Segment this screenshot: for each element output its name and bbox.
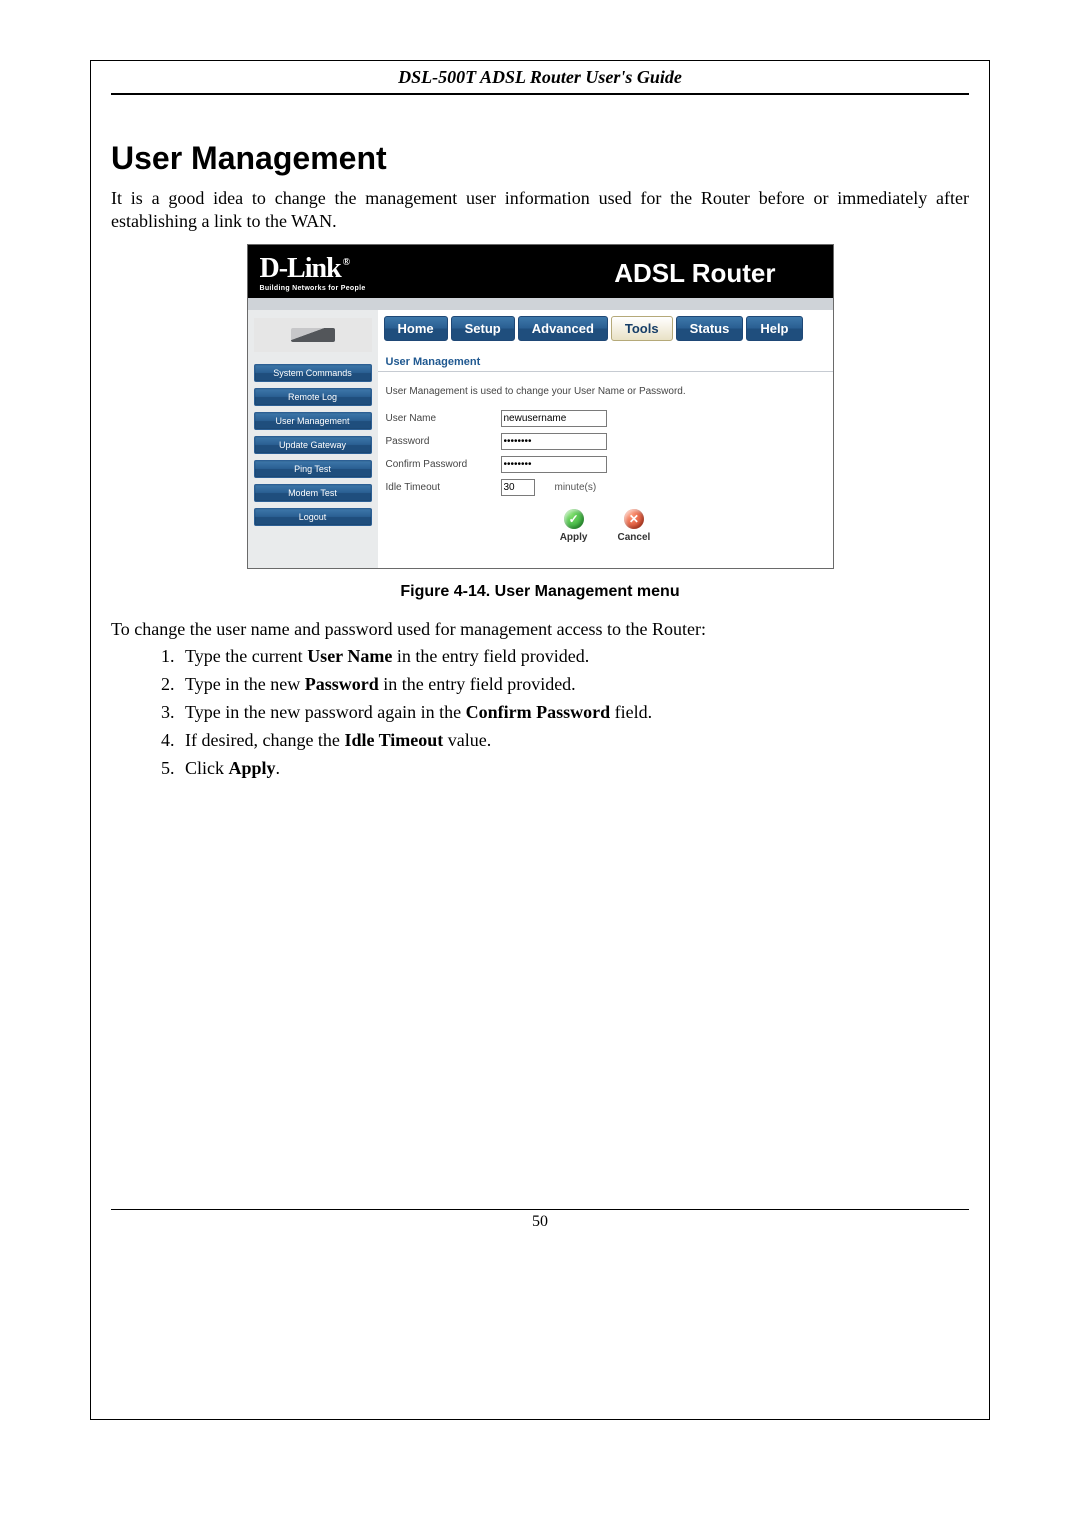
step-3: Type in the new password again in the Co… <box>179 702 969 723</box>
brand-block: D-Link® Building Networks for People <box>260 255 366 292</box>
close-icon: ✕ <box>624 509 644 529</box>
idle-timeout-units: minute(s) <box>555 482 597 493</box>
router-main: Home Setup Advanced Tools Status Help Us… <box>378 310 833 568</box>
tab-advanced[interactable]: Advanced <box>518 316 608 341</box>
idle-timeout-label: Idle Timeout <box>386 482 501 493</box>
panel-description: User Management is used to change your U… <box>378 372 833 407</box>
step-5: Click Apply. <box>179 758 969 779</box>
confirm-password-label: Confirm Password <box>386 459 501 470</box>
figure-caption: Figure 4-14. User Management menu <box>111 583 969 601</box>
sidebar-item-logout[interactable]: Logout <box>254 508 372 526</box>
router-header: D-Link® Building Networks for People ADS… <box>248 245 833 298</box>
confirm-password-input[interactable] <box>501 456 607 473</box>
tab-tools[interactable]: Tools <box>611 316 673 341</box>
sidebar-item-ping-test[interactable]: Ping Test <box>254 460 372 478</box>
check-icon: ✓ <box>564 509 584 529</box>
username-input[interactable] <box>501 410 607 427</box>
brand-tagline: Building Networks for People <box>260 285 366 292</box>
doc-header: DSL-500T ADSL Router User's Guide <box>111 61 969 95</box>
sidebar-item-user-management[interactable]: User Management <box>254 412 372 430</box>
tab-home[interactable]: Home <box>384 316 448 341</box>
tab-help[interactable]: Help <box>746 316 802 341</box>
product-title: ADSL Router <box>614 258 820 292</box>
router-sidebar: System Commands Remote Log User Manageme… <box>248 310 378 568</box>
tab-bar: Home Setup Advanced Tools Status Help <box>378 310 833 351</box>
router-screenshot: D-Link® Building Networks for People ADS… <box>247 244 834 569</box>
section-title: User Management <box>111 140 969 177</box>
username-label: User Name <box>386 413 501 424</box>
password-input[interactable] <box>501 433 607 450</box>
sidebar-item-system-commands[interactable]: System Commands <box>254 364 372 382</box>
sidebar-item-update-gateway[interactable]: Update Gateway <box>254 436 372 454</box>
brand-logo-text: D-Link <box>260 253 341 284</box>
brand-logo: D-Link® <box>260 255 348 283</box>
intro-paragraph: It is a good idea to change the manageme… <box>111 187 969 232</box>
apply-button[interactable]: ✓ Apply <box>560 509 588 543</box>
step-2: Type in the new Password in the entry fi… <box>179 674 969 695</box>
tab-status[interactable]: Status <box>676 316 744 341</box>
router-icon <box>291 328 335 342</box>
tab-setup[interactable]: Setup <box>451 316 515 341</box>
sidebar-item-modem-test[interactable]: Modem Test <box>254 484 372 502</box>
page-number: 50 <box>111 1209 969 1231</box>
product-image <box>254 318 372 352</box>
step-4: If desired, change the Idle Timeout valu… <box>179 730 969 751</box>
reg-icon: ® <box>343 257 349 268</box>
step-1: Type the current User Name in the entry … <box>179 646 969 667</box>
panel-heading: User Management <box>378 351 833 372</box>
cancel-label: Cancel <box>617 532 650 543</box>
idle-timeout-input[interactable] <box>501 479 535 496</box>
steps-list: Type the current User Name in the entry … <box>111 646 969 779</box>
cancel-button[interactable]: ✕ Cancel <box>617 509 650 543</box>
apply-label: Apply <box>560 532 588 543</box>
sidebar-item-remote-log[interactable]: Remote Log <box>254 388 372 406</box>
header-underbar <box>248 298 833 310</box>
followup-paragraph: To change the user name and password use… <box>111 619 969 640</box>
password-label: Password <box>386 436 501 447</box>
